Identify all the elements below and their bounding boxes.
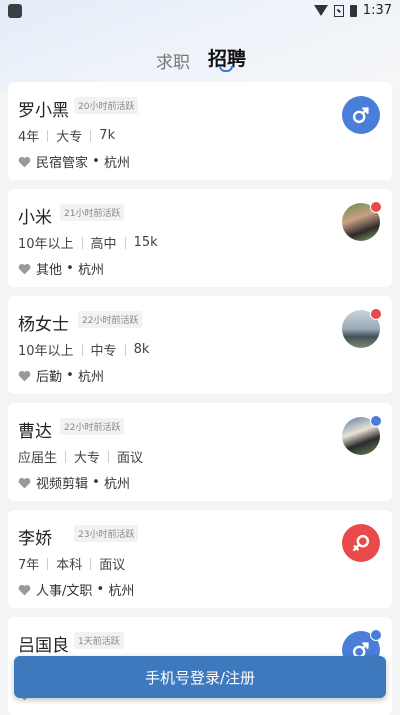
active-time-badge: 20小时前活跃 <box>74 97 139 114</box>
candidate-meta: 应届生 大专 面议 <box>18 447 143 466</box>
divider <box>47 557 49 570</box>
job-preference: 民宿管家 • 杭州 <box>18 152 130 171</box>
male-avatar-icon <box>342 96 380 134</box>
female-badge-icon <box>370 308 382 320</box>
dot-separator: • <box>92 582 109 597</box>
job-title: 视频剪辑 <box>36 477 89 492</box>
job-title: 人事/文职 <box>36 584 93 599</box>
candidate-meta: 4年 大专 7k <box>18 126 115 145</box>
heart-icon <box>18 584 31 596</box>
experience: 10年以上 <box>18 237 74 252</box>
candidate-card[interactable]: 小米 21小时前活跃 10年以上 高中 15k 其他 • 杭州 <box>8 189 392 287</box>
divider <box>47 129 49 142</box>
city: 杭州 <box>103 156 130 171</box>
candidate-avatar[interactable] <box>342 96 380 134</box>
dot-separator: • <box>88 475 104 490</box>
job-preference: 其他 • 杭州 <box>18 259 104 278</box>
status-bar: 1:37 <box>0 0 400 24</box>
job-title: 后勤 <box>36 370 63 385</box>
salary: 15k <box>133 235 158 250</box>
female-avatar-icon <box>342 524 380 562</box>
divider <box>90 557 92 570</box>
candidate-avatar[interactable] <box>342 201 382 241</box>
job-title: 民宿管家 <box>36 156 89 171</box>
divider <box>108 450 110 463</box>
salary: 7k <box>99 128 116 143</box>
education: 本科 <box>56 558 83 573</box>
candidate-card[interactable]: 罗小黑 20小时前活跃 4年 大专 7k 民宿管家 • 杭州 <box>8 82 392 180</box>
experience: 10年以上 <box>18 344 74 359</box>
phone-login-button[interactable]: 手机号登录/注册 <box>14 656 386 698</box>
city: 杭州 <box>77 263 104 278</box>
active-time-badge: 22小时前活跃 <box>60 418 125 435</box>
candidate-avatar[interactable] <box>342 415 382 455</box>
heart-icon <box>18 263 31 275</box>
no-signal-icon <box>333 4 344 17</box>
female-badge-icon <box>370 201 382 213</box>
candidate-avatar[interactable] <box>342 308 382 348</box>
education: 中专 <box>90 344 117 359</box>
app-notification-icon <box>8 4 22 18</box>
dot-separator: • <box>62 368 78 383</box>
salary: 面议 <box>117 451 144 466</box>
heart-icon <box>18 477 31 489</box>
candidate-card[interactable]: 杨女士 22小时前活跃 10年以上 中专 8k 后勤 • 杭州 <box>8 296 392 394</box>
experience: 4年 <box>18 130 40 145</box>
job-preference: 后勤 • 杭州 <box>18 366 104 385</box>
top-tabs: 求职 招聘 <box>0 42 400 78</box>
heart-icon <box>18 370 31 382</box>
male-badge-icon <box>370 629 382 641</box>
active-tab-indicator <box>219 66 233 72</box>
candidate-name: 小米 <box>18 208 52 228</box>
divider <box>81 343 83 356</box>
salary: 8k <box>133 342 150 357</box>
candidate-meta: 10年以上 高中 15k <box>18 233 158 252</box>
education: 大专 <box>74 451 101 466</box>
candidate-card[interactable]: 曹达 22小时前活跃 应届生 大专 面议 视频剪辑 • 杭州 <box>8 403 392 501</box>
active-time-badge: 21小时前活跃 <box>60 204 125 221</box>
male-badge-icon <box>370 415 382 427</box>
education: 高中 <box>90 237 117 252</box>
active-time-badge: 1天前活跃 <box>74 632 124 649</box>
tab-job-search[interactable]: 求职 <box>156 48 190 73</box>
divider <box>124 343 126 356</box>
job-preference: 人事/文职 • 杭州 <box>18 580 134 599</box>
candidate-name: 吕国良 <box>18 636 69 656</box>
salary: 面议 <box>99 558 126 573</box>
heart-icon <box>18 156 31 168</box>
divider <box>65 450 67 463</box>
active-time-badge: 23小时前活跃 <box>74 525 139 542</box>
status-time: 1:37 <box>362 3 392 18</box>
experience: 7年 <box>18 558 40 573</box>
candidate-name: 曹达 <box>18 422 52 442</box>
divider <box>90 129 92 142</box>
candidate-name: 罗小黑 <box>18 101 69 121</box>
job-preference: 视频剪辑 • 杭州 <box>18 473 130 492</box>
candidate-name: 李娇 <box>18 529 52 549</box>
wifi-icon <box>313 5 328 16</box>
city: 杭州 <box>103 477 130 492</box>
education: 大专 <box>56 130 83 145</box>
experience: 应届生 <box>18 451 58 466</box>
dot-separator: • <box>62 261 78 276</box>
candidate-avatar[interactable] <box>342 524 380 562</box>
divider <box>124 236 126 249</box>
battery-icon <box>349 4 357 17</box>
dot-separator: • <box>88 154 104 169</box>
candidate-name: 杨女士 <box>18 315 69 335</box>
divider <box>81 236 83 249</box>
candidate-meta: 7年 本科 面议 <box>18 554 125 573</box>
job-title: 其他 <box>36 263 63 278</box>
candidate-card[interactable]: 李娇 23小时前活跃 7年 本科 面议 人事/文职 • 杭州 <box>8 510 392 608</box>
city: 杭州 <box>108 584 135 599</box>
city: 杭州 <box>77 370 104 385</box>
candidate-meta: 10年以上 中专 8k <box>18 340 149 359</box>
active-time-badge: 22小时前活跃 <box>78 311 143 328</box>
